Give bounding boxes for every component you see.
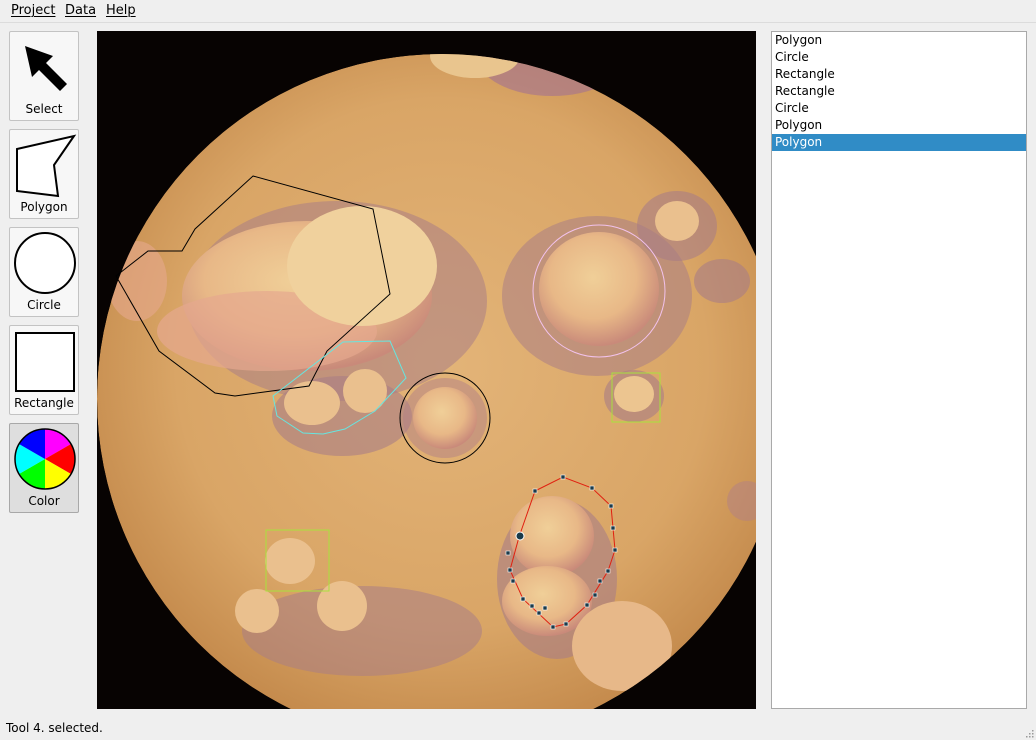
shape-list-item[interactable]: Rectangle xyxy=(772,83,1026,100)
color-tool-label: Color xyxy=(28,494,60,508)
polygon-first-vertex-handle xyxy=(515,531,525,541)
circle-icon xyxy=(14,232,76,294)
shape-list-item[interactable]: Circle xyxy=(772,49,1026,66)
menu-help[interactable]: Help xyxy=(106,3,136,18)
shape-list-item[interactable]: Polygon xyxy=(772,117,1026,134)
menu-project[interactable]: Project xyxy=(11,3,55,18)
color-wheel-icon xyxy=(14,428,76,490)
rectangle-icon xyxy=(15,332,75,392)
status-text: Tool 4. selected. xyxy=(6,721,103,735)
resize-grip-icon[interactable] xyxy=(1024,728,1034,738)
menu-data[interactable]: Data xyxy=(65,3,96,18)
polygon-tool-label: Polygon xyxy=(20,200,68,214)
polygon-icon xyxy=(16,134,77,198)
rectangle-tool-button[interactable]: Rectangle xyxy=(9,325,79,415)
circle-tool-button[interactable]: Circle xyxy=(9,227,79,317)
shape-list[interactable]: Polygon Circle Rectangle Rectangle Circle Pol… xyxy=(771,31,1027,709)
microscopy-image xyxy=(97,31,756,709)
shape-list-item[interactable]: Circle xyxy=(772,100,1026,117)
shape-list-item[interactable]: Polygon xyxy=(772,134,1026,151)
shape-list-item[interactable]: Rectangle xyxy=(772,66,1026,83)
rectangle-tool-label: Rectangle xyxy=(14,396,74,410)
circle-tool-label: Circle xyxy=(27,298,61,312)
menu-bar: Project Data Help xyxy=(0,0,1036,23)
select-tool-button[interactable]: Select xyxy=(9,31,79,121)
polygon-tool-button[interactable]: Polygon xyxy=(9,129,79,219)
select-tool-label: Select xyxy=(25,102,63,116)
shape-list-item[interactable]: Polygon xyxy=(772,32,1026,49)
image-canvas[interactable] xyxy=(97,31,756,709)
color-tool-button[interactable]: Color xyxy=(9,423,79,513)
arrow-cursor-icon xyxy=(25,46,67,91)
